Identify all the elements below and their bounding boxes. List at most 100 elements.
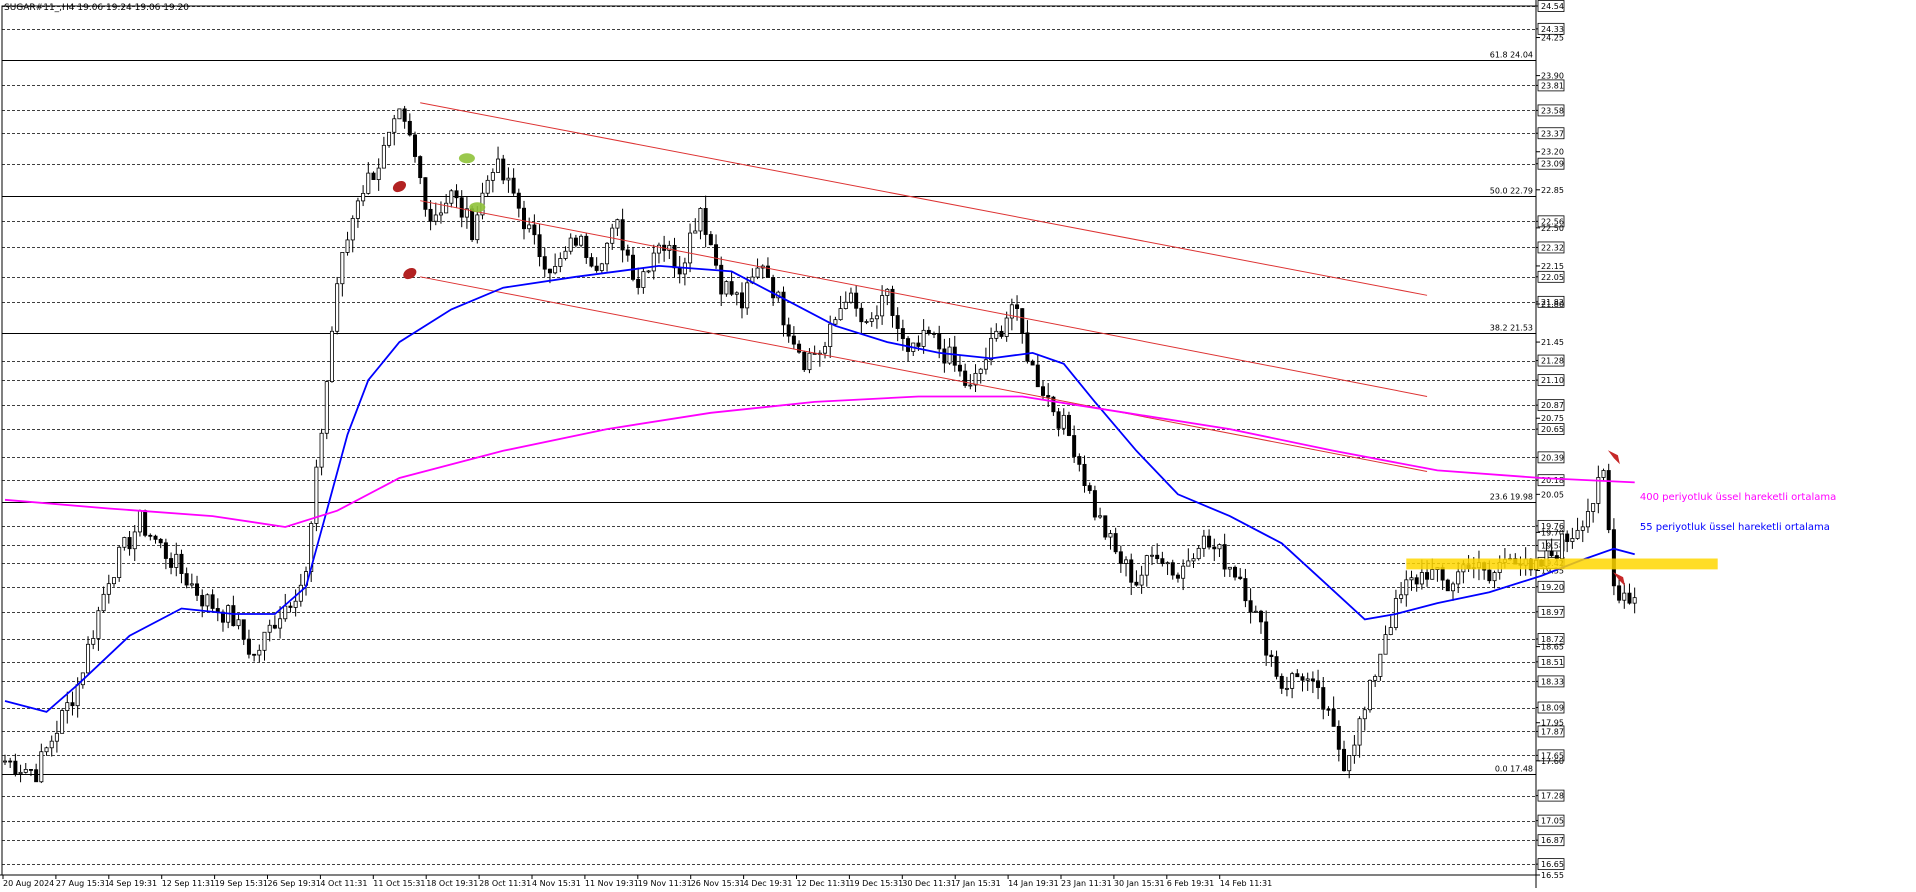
time-tick-label: 28 Oct 11:31 (479, 879, 531, 888)
fib-level-label: 61.8 24.04 (1490, 51, 1533, 60)
candle-body (1575, 529, 1580, 539)
candle-body (324, 381, 329, 434)
candle-body (1290, 673, 1295, 689)
price-tick-label: 24.25 (1541, 34, 1564, 43)
candle-body (1170, 562, 1175, 576)
candle-body (1217, 544, 1222, 550)
candle-body (573, 237, 578, 246)
candle-body (28, 769, 33, 771)
candle-body (630, 254, 635, 280)
candle-body (1082, 463, 1087, 486)
candle-body (132, 531, 137, 550)
candle-body (340, 252, 345, 285)
price-tick-label: 23.90 (1541, 72, 1564, 81)
candle-body (267, 624, 272, 633)
price-tick-label: 22.85 (1541, 186, 1564, 195)
candle-body (231, 605, 236, 627)
candle-body (921, 329, 926, 347)
candle-body (122, 537, 127, 548)
candle-body (195, 583, 200, 596)
candle-body (428, 208, 433, 222)
time-tick-label: 14 Feb 11:31 (1220, 879, 1272, 888)
candle-body (1430, 569, 1435, 580)
candle-body (542, 256, 547, 270)
candle-body (444, 202, 449, 214)
candle-body (361, 192, 366, 202)
candle-body (34, 769, 39, 783)
candle-body (1451, 583, 1456, 592)
candle-body (895, 315, 900, 329)
candle-body (1056, 411, 1061, 429)
price-tick-label: 21.80 (1541, 300, 1564, 309)
symbol-info: SUGAR#11_,H4 19.06 19.24 19.06 19.20 (4, 3, 190, 13)
candle-body (1129, 559, 1134, 583)
candle-body (963, 370, 968, 386)
chart-area[interactable]: 61.8 24.04 50.0 22.79 38.2 21.53 23.6 19.98… (0, 0, 1916, 888)
candle-body (1227, 566, 1232, 570)
candle-body (916, 342, 921, 347)
candle-body (13, 760, 18, 775)
yellow-resistance-zone (1406, 558, 1718, 570)
candle-body (973, 372, 978, 386)
candle-body (438, 212, 443, 216)
candle-body (932, 332, 937, 335)
candle-body (1336, 725, 1341, 750)
candle-body (1108, 533, 1113, 538)
candle-body (350, 218, 355, 241)
candle-body (1456, 571, 1461, 585)
candle-body (1196, 547, 1201, 560)
candle-body (625, 249, 630, 256)
candle-body (1492, 572, 1497, 582)
price-tick-label: 16.65 (1541, 860, 1564, 869)
price-tick-label: 18.33 (1541, 677, 1564, 686)
price-tick-label: 23.58 (1541, 106, 1564, 115)
price-tick-label: 22.32 (1541, 243, 1564, 252)
candle-body (558, 258, 563, 267)
candle-body (423, 177, 428, 210)
candle-body (75, 684, 80, 707)
candle-body (1072, 435, 1077, 457)
candle-body (174, 553, 179, 568)
candle-body (1585, 511, 1590, 528)
time-tick-label: 11 Oct 15:31 (373, 879, 425, 888)
candle-body (158, 538, 163, 544)
candle-body (1212, 546, 1217, 550)
candle-body (1092, 490, 1097, 518)
candle-body (1419, 572, 1424, 585)
candle-body (947, 346, 952, 364)
candle-body (1025, 332, 1030, 362)
candle-body (1321, 687, 1326, 710)
price-tick-label: 20.05 (1541, 490, 1564, 499)
candle-body (890, 288, 895, 316)
candle-body (843, 301, 848, 310)
candle-body (163, 542, 168, 559)
candle-body (1554, 555, 1559, 560)
price-chart[interactable]: 61.8 24.04 50.0 22.79 38.2 21.53 23.6 19.98… (0, 0, 1916, 888)
price-tick-label: 17.87 (1541, 727, 1564, 736)
price-tick-label: 22.50 (1541, 224, 1564, 233)
candle-body (1404, 579, 1409, 596)
candle-body (371, 172, 376, 180)
candle-body (527, 224, 532, 230)
candle-body (1352, 744, 1357, 756)
candle-body (1269, 654, 1274, 657)
price-tick-label: 20.39 (1541, 453, 1564, 462)
candle-body (989, 337, 994, 361)
candle-body (179, 553, 184, 574)
candle-body (355, 200, 360, 219)
candle-body (366, 172, 371, 194)
candle-body (1191, 558, 1196, 562)
red-signal-marker (392, 180, 406, 193)
time-tick-label: 20 Aug 2024 (3, 879, 54, 888)
candle-body (44, 747, 49, 753)
time-tick-label: 12 Sep 11:31 (162, 879, 215, 888)
candle-body (1362, 709, 1367, 720)
candle-body (791, 335, 796, 345)
candle-body (734, 292, 739, 295)
candle-body (703, 208, 708, 235)
candle-body (807, 352, 812, 371)
candle-body (1233, 566, 1238, 578)
candle-body (1030, 360, 1035, 366)
candle-body (926, 329, 931, 334)
candle-body (91, 638, 96, 645)
